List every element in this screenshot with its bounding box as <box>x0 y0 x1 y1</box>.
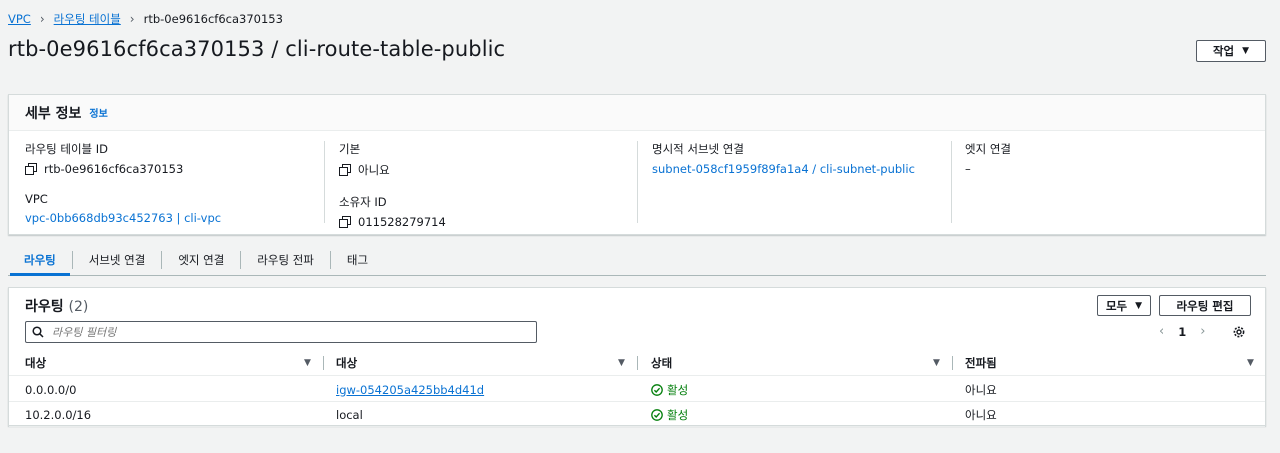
filter-dropdown[interactable]: 모두 ▼ <box>1097 295 1151 316</box>
edge-label: 엣지 연결 <box>965 142 1011 156</box>
breadcrumb-route-tables[interactable]: 라우팅 테이블 <box>54 11 121 27</box>
owner-value: 011528279714 <box>339 215 446 229</box>
details-panel: 세부 정보 정보 라우팅 테이블 ID rtb-0e9616cf6ca37015… <box>8 94 1266 235</box>
actions-label: 작업 <box>1212 44 1235 58</box>
routes-title: 라우팅 (2) <box>25 296 88 316</box>
actions-button[interactable]: 작업 ▼ <box>1196 40 1266 62</box>
chevron-right-icon: › <box>39 12 45 26</box>
page-number[interactable]: 1 <box>1178 325 1186 339</box>
owner: 011528279714 <box>358 215 446 229</box>
copy-icon[interactable] <box>339 164 351 176</box>
pagination: ‹ 1 › <box>1159 324 1205 339</box>
cell-propagated: 아니요 <box>965 382 997 397</box>
routes-title-text: 라우팅 <box>25 299 64 315</box>
column-divider <box>324 141 325 223</box>
cell-destination: 0.0.0.0/0 <box>25 382 77 397</box>
owner-label: 소유자 ID <box>339 195 387 209</box>
edit-routes-button[interactable]: 라우팅 편집 <box>1159 295 1251 316</box>
status-text: 활성 <box>667 407 689 422</box>
explicit-subnet-label: 명시적 서브넷 연결 <box>652 142 744 156</box>
sort-caret-icon[interactable]: ▼ <box>933 358 940 368</box>
success-icon <box>651 383 663 396</box>
cell-target: local <box>336 402 363 427</box>
tab-bar: 라우팅 서브넷 연결 엣지 연결 라우팅 전파 태그 <box>8 246 1266 276</box>
route-table-id-value: rtb-0e9616cf6ca370153 <box>25 162 221 176</box>
filter-label: 모두 <box>1105 298 1128 313</box>
info-link[interactable]: 정보 <box>89 105 107 120</box>
cell-status: 활성 <box>651 377 688 402</box>
target-text: local <box>336 407 363 422</box>
column-divider <box>951 141 952 223</box>
table-row: 10.2.0.0/16 local 활성 아니요 <box>9 402 1265 427</box>
success-icon <box>651 408 663 421</box>
copy-icon[interactable] <box>339 216 351 228</box>
caret-down-icon: ▼ <box>1135 300 1143 311</box>
route-table-id-label: 라우팅 테이블 ID <box>25 142 109 156</box>
routes-count: (2) <box>68 299 89 315</box>
explicit-subnet-link[interactable]: subnet-058cf1959f89fa1a4 / cli-subnet-pu… <box>652 162 915 176</box>
tab-edge-associations[interactable]: 엣지 연결 <box>162 246 240 274</box>
details-column-3: 명시적 서브넷 연결 subnet-058cf1959f89fa1a4 / cl… <box>652 141 915 176</box>
table-header: 대상 ▼ 대상 ▼ 상태 ▼ 전파됨 ▼ <box>9 350 1265 376</box>
breadcrumb-vpc[interactable]: VPC <box>8 12 31 26</box>
cell-status: 활성 <box>651 402 688 427</box>
sort-caret-icon[interactable]: ▼ <box>1247 358 1254 368</box>
main-label: 기본 <box>339 142 361 156</box>
chevron-right-icon: › <box>129 12 135 26</box>
page-title: rtb-0e9616cf6ca370153 / cli-route-table-… <box>8 37 506 61</box>
table-row: 0.0.0.0/0 igw-054205a425bb4d41d 활성 아니요 <box>9 377 1265 402</box>
details-body: 라우팅 테이블 ID rtb-0e9616cf6ca370153 VPC vpc… <box>9 131 1265 235</box>
vpc-link[interactable]: vpc-0bb668db93c452763 | cli-vpc <box>25 211 221 225</box>
status-text: 활성 <box>667 382 689 397</box>
tab-tags[interactable]: 태그 <box>331 246 384 274</box>
column-resize-handle[interactable] <box>952 356 953 370</box>
details-title: 세부 정보 <box>25 105 82 122</box>
details-header: 세부 정보 정보 <box>9 95 1265 131</box>
breadcrumb: VPC › 라우팅 테이블 › rtb-0e9616cf6ca370153 <box>8 11 283 27</box>
column-header-propagated[interactable]: 전파됨 <box>965 350 997 376</box>
search-box <box>25 321 537 343</box>
cell-destination: 10.2.0.0/16 <box>25 407 92 422</box>
caret-down-icon: ▼ <box>1242 46 1250 56</box>
column-header-status[interactable]: 상태 <box>651 350 672 376</box>
details-column-2: 기본 아니요 소유자 ID 011528279714 <box>339 141 446 229</box>
route-table-id: rtb-0e9616cf6ca370153 <box>44 162 184 176</box>
edge-value: – <box>965 162 971 176</box>
column-resize-handle[interactable] <box>323 356 324 370</box>
copy-icon[interactable] <box>25 163 37 175</box>
sort-caret-icon[interactable]: ▼ <box>304 358 311 368</box>
routes-panel: 라우팅 (2) 모두 ▼ 라우팅 편집 ‹ 1 › 대상 ▼ 대상 ▼ 상태 ▼… <box>8 287 1266 427</box>
cell-target: igw-054205a425bb4d41d <box>336 377 484 402</box>
cell-propagated: 아니요 <box>965 407 997 422</box>
column-resize-handle[interactable] <box>637 356 638 370</box>
main-value: 아니요 <box>339 162 446 178</box>
column-divider <box>637 141 638 223</box>
chevron-right-icon[interactable]: › <box>1200 324 1205 339</box>
vpc-label: VPC <box>25 192 48 206</box>
main: 아니요 <box>358 163 390 177</box>
column-header-destination[interactable]: 대상 <box>25 350 46 376</box>
breadcrumb-current: rtb-0e9616cf6ca370153 <box>143 12 283 26</box>
tab-subnet-associations[interactable]: 서브넷 연결 <box>73 246 162 274</box>
target-link[interactable]: igw-054205a425bb4d41d <box>336 383 484 397</box>
search-icon <box>32 326 44 338</box>
gear-icon[interactable] <box>1232 325 1246 339</box>
sort-caret-icon[interactable]: ▼ <box>618 358 625 368</box>
column-header-target[interactable]: 대상 <box>336 350 357 376</box>
details-column-1: 라우팅 테이블 ID rtb-0e9616cf6ca370153 VPC vpc… <box>25 141 221 225</box>
edit-routes-label: 라우팅 편집 <box>1176 298 1234 313</box>
tab-routes[interactable]: 라우팅 <box>8 246 72 276</box>
search-input[interactable] <box>52 325 512 339</box>
chevron-left-icon[interactable]: ‹ <box>1159 324 1164 339</box>
details-column-4: 엣지 연결 – <box>965 141 1011 176</box>
tab-route-propagation[interactable]: 라우팅 전파 <box>241 246 330 274</box>
